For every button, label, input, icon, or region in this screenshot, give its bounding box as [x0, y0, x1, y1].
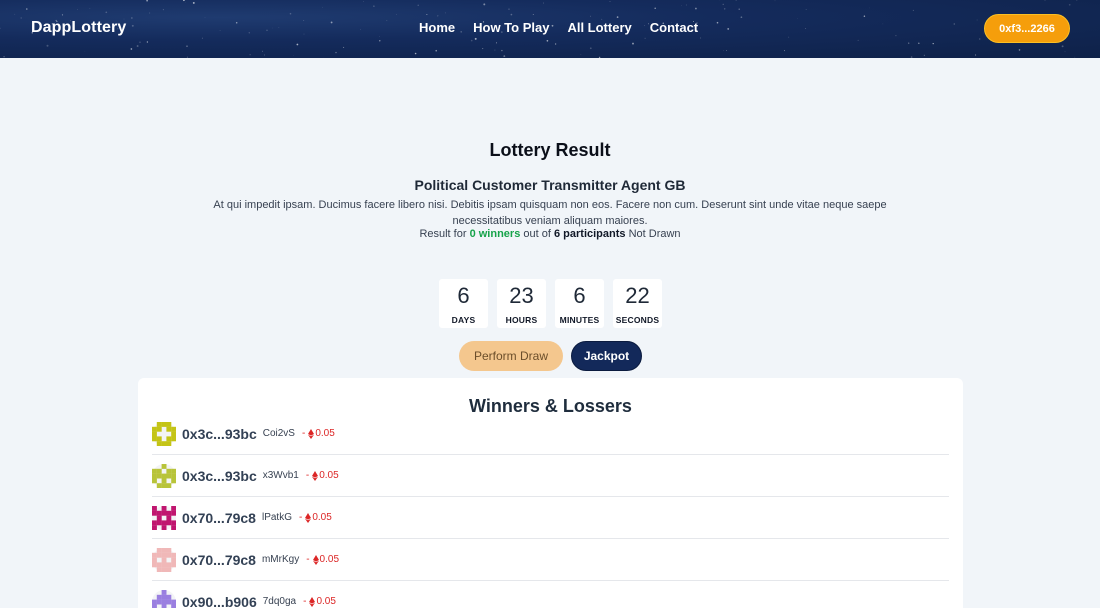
- draw-status: Not Drawn: [628, 228, 681, 240]
- participant-address: 0x70...79c8: [182, 551, 256, 568]
- participant-address: 0x3c...93bc: [182, 467, 257, 484]
- countdown-minutes-label: MINUTES: [559, 315, 600, 325]
- amount-value: 0.05: [319, 470, 339, 481]
- ethereum-icon: [312, 554, 319, 565]
- lottery-description: At qui impedit ipsam. Ducimus facere lib…: [213, 199, 887, 227]
- nav-all-lottery[interactable]: All Lottery: [567, 20, 631, 35]
- participant-row[interactable]: 0x90...b906 7dq0ga -0.05: [152, 581, 949, 608]
- ticket-amount: -0.05: [302, 428, 335, 439]
- amount-value: 0.05: [315, 428, 335, 439]
- amount-value: 0.05: [312, 512, 332, 523]
- ticket-amount: -0.05: [299, 512, 332, 523]
- ethereum-icon: [305, 512, 312, 523]
- participants-count: 6 participants: [553, 228, 626, 240]
- countdown-hours-value: 23: [509, 283, 534, 308]
- amount-sign: -: [306, 554, 310, 565]
- amount-sign: -: [298, 512, 303, 523]
- identicon-avatar-icon: [152, 505, 176, 530]
- countdown-days: 6 DAYS: [439, 279, 488, 328]
- countdown-hours-label: HOURS: [505, 315, 538, 325]
- ticket-code: Coi2vS: [262, 428, 295, 439]
- countdown-minutes-value: 6: [573, 283, 586, 308]
- wallet-address-button[interactable]: 0xf3...2266: [984, 14, 1070, 43]
- amount-value: 0.05: [316, 596, 336, 607]
- amount-sign: -: [303, 596, 307, 607]
- countdown-timer: 6 DAYS 23 HOURS 6 MINUTES 22 SECONDS: [439, 279, 662, 328]
- countdown-minutes: 6 MINUTES: [555, 279, 604, 328]
- ethereum-icon: [312, 470, 319, 481]
- countdown-seconds: 22 SECONDS: [613, 279, 662, 328]
- participant-address: 0x90...b906: [182, 593, 257, 608]
- amount-sign: -: [301, 428, 306, 439]
- participant-row[interactable]: 0x70...79c8 lPatkG -0.05: [152, 497, 949, 539]
- participant-row[interactable]: 0x70...79c8 mMrKgy -0.05: [152, 539, 949, 581]
- ticket-code: lPatkG: [261, 512, 292, 523]
- identicon-avatar-icon: [152, 547, 176, 572]
- brand-logo[interactable]: DappLottery: [31, 19, 126, 37]
- jackpot-button[interactable]: Jackpot: [571, 341, 642, 371]
- countdown-hours: 23 HOURS: [497, 279, 546, 328]
- identicon-avatar-icon: [152, 421, 176, 446]
- ticket-code: x3Wvb1: [262, 470, 299, 481]
- lottery-name: Political Customer Transmitter Agent GB: [414, 177, 686, 193]
- amount-value: 0.05: [319, 554, 340, 565]
- winners-count: 0 winners: [469, 228, 521, 240]
- ticket-code: mMrKgy: [261, 554, 300, 565]
- page-title: Lottery Result: [489, 140, 611, 160]
- ticket-amount: -0.05: [306, 554, 339, 565]
- participants-list: 0x3c...93bc Coi2vS -0.05 0x3c...93bc x3Wvb1-…: [152, 421, 949, 608]
- participant-address: 0x70...79c8: [182, 509, 256, 526]
- participant-row[interactable]: 0x3c...93bc Coi2vS -0.05: [152, 413, 949, 455]
- identicon-avatar-icon: [152, 463, 176, 488]
- nav-home[interactable]: Home: [419, 20, 455, 35]
- amount-sign: -: [305, 470, 310, 481]
- countdown-days-label: DAYS: [451, 315, 476, 325]
- ethereum-icon: [308, 428, 315, 439]
- result-prefix: Result for: [419, 228, 467, 240]
- nav-how-to-play[interactable]: How To Play: [473, 20, 549, 35]
- countdown-seconds-value: 22: [625, 283, 650, 308]
- participant-address: 0x3c...93bc: [182, 425, 257, 442]
- ticket-amount: -0.05: [303, 596, 336, 607]
- countdown-seconds-label: SECONDS: [615, 315, 660, 325]
- main-nav: Home How To Play All Lottery Contact: [419, 20, 698, 35]
- top-navbar: DappLottery Home How To Play All Lottery…: [0, 0, 1100, 58]
- ticket-amount: -0.05: [306, 470, 339, 481]
- identicon-avatar-icon: [152, 589, 176, 608]
- ticket-code: 7dq0ga: [262, 596, 297, 607]
- nav-contact[interactable]: Contact: [650, 20, 698, 35]
- countdown-days-value: 6: [457, 283, 470, 308]
- perform-draw-button[interactable]: Perform Draw: [459, 341, 563, 371]
- result-summary: Result for 0 winners out of 6 participan…: [0, 228, 1100, 240]
- participant-row[interactable]: 0x3c...93bc x3Wvb1-0.05: [152, 455, 949, 497]
- result-middle: out of: [523, 228, 551, 240]
- winners-losers-card: Winners & Lossers 0x3c...93bc Coi2vS -0.05…: [138, 378, 963, 608]
- ethereum-icon: [309, 596, 316, 607]
